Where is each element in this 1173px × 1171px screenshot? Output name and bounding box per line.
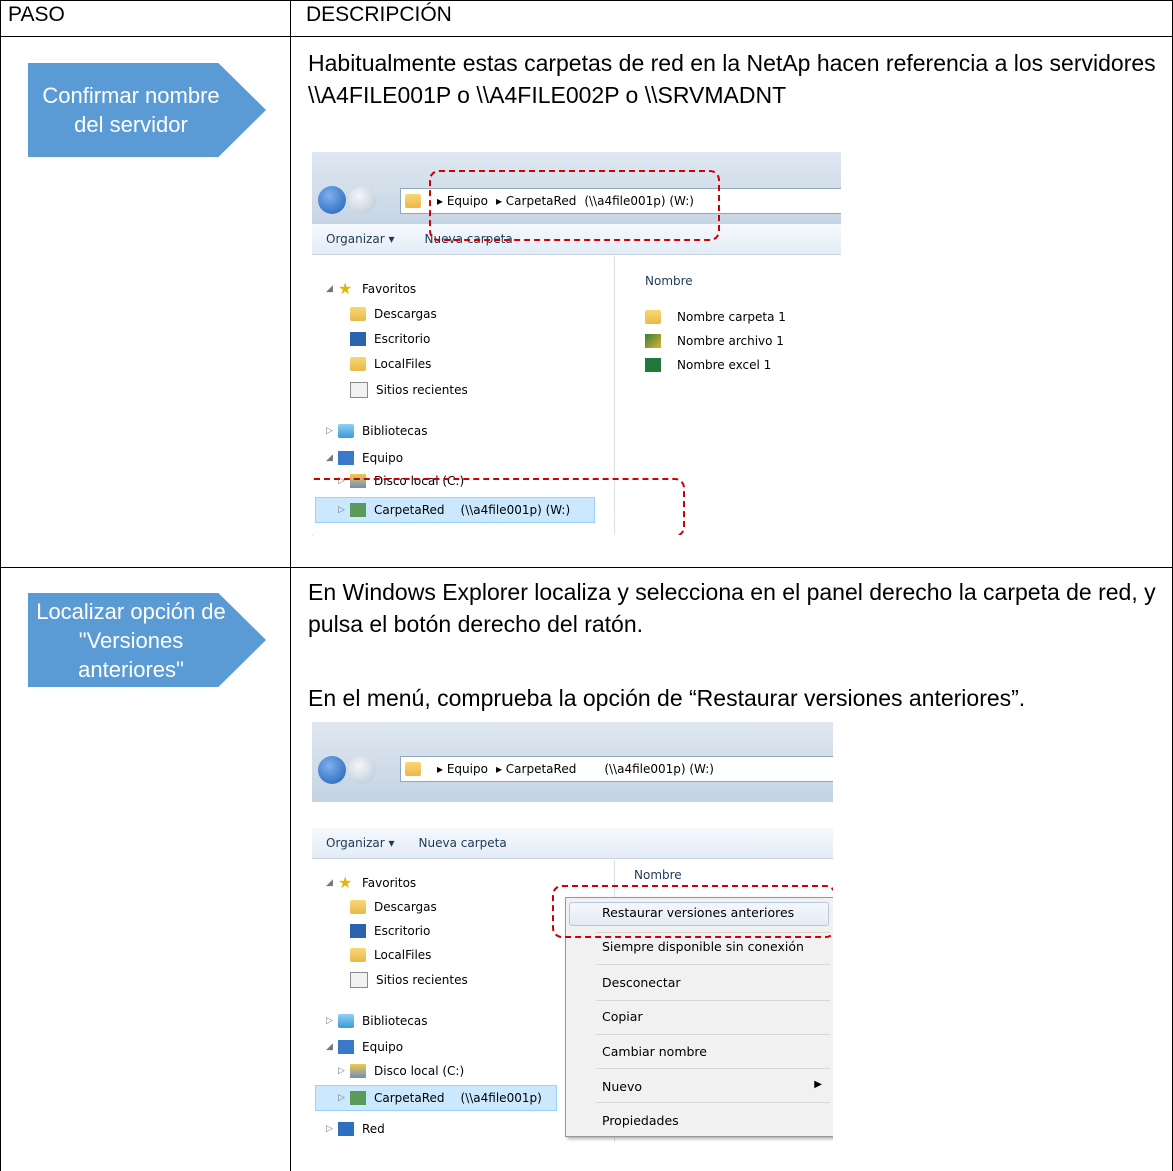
nav-disco[interactable]: ▷ Disco local (C:) <box>338 1064 464 1078</box>
menu-item-propiedades[interactable]: Propiedades <box>602 1113 679 1128</box>
menu-item-nuevo[interactable]: Nuevo <box>602 1079 642 1094</box>
forward-button[interactable] <box>348 186 376 214</box>
folder-icon <box>405 194 421 208</box>
nav-favoritos[interactable]: ◢ ★ Favoritos <box>326 279 416 298</box>
column-header-nombre[interactable]: Nombre <box>645 274 693 288</box>
download-folder-icon <box>350 900 366 914</box>
explorer-screenshot-2: ▸ Equipo ▸ CarpetaRed (\\a4file001p) (W:… <box>312 722 833 1142</box>
nav-descargas[interactable]: Descargas <box>350 307 437 321</box>
computer-icon <box>338 451 354 465</box>
desktop-icon <box>350 332 366 346</box>
highlight-restore-option <box>552 885 833 938</box>
organize-button[interactable]: Organizar ▾ <box>326 836 395 850</box>
nav-sitios[interactable]: Sitios recientes <box>350 972 468 988</box>
folder-icon <box>405 762 421 776</box>
nav-localfiles[interactable]: LocalFiles <box>350 357 431 371</box>
step-arrow-1: Confirmar nombre del servidor <box>28 63 266 157</box>
libraries-icon <box>338 424 354 438</box>
step-arrow-2: Localizar opción de "Versiones anteriore… <box>28 593 266 687</box>
organize-button[interactable]: Organizar ▾ <box>326 232 395 246</box>
forward-button[interactable] <box>348 756 376 784</box>
header-paso: PASO <box>8 3 65 26</box>
folder-icon <box>350 948 366 962</box>
step-label: Confirmar nombre del servidor <box>42 83 220 137</box>
recent-places-icon <box>350 382 368 398</box>
folder-icon <box>350 357 366 371</box>
zip-file-icon <box>645 334 661 348</box>
nav-bibliotecas[interactable]: ▷ Bibliotecas <box>326 424 427 438</box>
disk-icon <box>350 1064 366 1078</box>
steps-table: PASO DESCRIPCIÓN Confirmar nombre del se… <box>0 0 1173 1171</box>
network-drive-icon <box>350 1091 366 1105</box>
nav-localfiles[interactable]: LocalFiles <box>350 948 431 962</box>
highlight-nav-item <box>312 478 685 535</box>
nav-favoritos[interactable]: ◢ ★ Favoritos <box>326 873 416 892</box>
download-folder-icon <box>350 307 366 321</box>
nav-red[interactable]: ▷ Red <box>326 1122 385 1136</box>
row1-paragraph: Habitualmente estas carpetas de red en l… <box>308 50 1156 108</box>
toolbar: Organizar ▾ Nueva carpeta <box>312 828 833 859</box>
nav-equipo[interactable]: ◢ Equipo <box>326 451 403 465</box>
new-folder-button[interactable]: Nueva carpeta <box>419 836 507 850</box>
menu-item-copiar[interactable]: Copiar <box>602 1009 643 1024</box>
nav-equipo[interactable]: ◢ Equipo <box>326 1040 403 1054</box>
row2-paragraph-2: En el menú, comprueba la opción de “Rest… <box>308 685 1026 711</box>
nav-sitios[interactable]: Sitios recientes <box>350 382 468 398</box>
menu-item-cambiar-nombre[interactable]: Cambiar nombre <box>602 1044 707 1059</box>
menu-item-desconectar[interactable]: Desconectar <box>602 975 681 990</box>
libraries-icon <box>338 1014 354 1028</box>
nav-bibliotecas[interactable]: ▷ Bibliotecas <box>326 1014 427 1028</box>
address-segment[interactable]: Equipo <box>447 762 488 776</box>
folder-icon <box>645 310 661 324</box>
address-segment[interactable]: CarpetaRed <box>506 762 577 776</box>
header-descripcion: DESCRIPCIÓN <box>306 3 452 26</box>
address-bar[interactable]: ▸ Equipo ▸ CarpetaRed (\\a4file001p) (W:… <box>400 756 833 782</box>
nav-descargas[interactable]: Descargas <box>350 900 437 914</box>
star-icon: ★ <box>338 873 353 892</box>
address-segment[interactable]: (\\a4file001p) (W:) <box>604 762 714 776</box>
nav-escritorio[interactable]: Escritorio <box>350 332 430 346</box>
back-button[interactable] <box>318 186 346 214</box>
network-icon <box>338 1122 354 1136</box>
step-label: Localizar opción de "Versiones anteriore… <box>36 598 226 682</box>
back-button[interactable] <box>318 756 346 784</box>
highlight-address <box>429 170 720 241</box>
computer-icon <box>338 1040 354 1054</box>
column-header-nombre[interactable]: Nombre <box>634 868 682 882</box>
explorer-screenshot-1: ▸ Equipo ▸ CarpetaRed (\\a4file001p) (W:… <box>312 152 841 535</box>
file-row[interactable]: Nombre archivo 1 <box>645 334 784 348</box>
nav-carpetared[interactable]: ▷ CarpetaRed (\\a4file001p) <box>315 1085 557 1111</box>
desktop-icon <box>350 924 366 938</box>
file-row[interactable]: Nombre excel 1 <box>645 358 771 372</box>
nav-escritorio[interactable]: Escritorio <box>350 924 430 938</box>
star-icon: ★ <box>338 279 353 298</box>
row2-paragraph-1: En Windows Explorer localiza y seleccion… <box>308 579 1156 637</box>
menu-item-siempre-disponible[interactable]: Siempre disponible sin conexión <box>602 939 804 954</box>
recent-places-icon <box>350 972 368 988</box>
excel-file-icon <box>645 358 661 372</box>
submenu-arrow-icon: ▶ <box>814 1079 822 1090</box>
file-row[interactable]: Nombre carpeta 1 <box>645 310 786 324</box>
